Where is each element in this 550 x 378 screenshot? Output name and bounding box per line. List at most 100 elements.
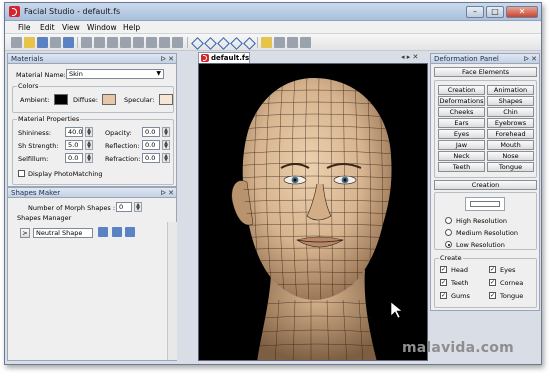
head-mesh-render xyxy=(231,78,403,360)
title-bar: Facial Studio - default.fs – □ ✕ xyxy=(5,3,541,21)
shapes-scrollbar[interactable] xyxy=(167,222,177,360)
menu-help[interactable]: Help xyxy=(123,23,140,32)
export-icon[interactable] xyxy=(50,37,61,48)
view-back-icon[interactable] xyxy=(204,37,215,48)
jaw-button[interactable]: Jaw xyxy=(438,140,485,150)
eyes-checkbox[interactable]: ✓ xyxy=(489,266,496,273)
view-right-icon[interactable] xyxy=(230,37,241,48)
head-icon[interactable] xyxy=(274,37,285,48)
gums-checkbox[interactable]: ✓ xyxy=(440,292,447,299)
teeth-button[interactable]: Teeth xyxy=(438,162,485,172)
paste-shape-icon[interactable] xyxy=(125,227,135,237)
menu-window[interactable]: Window xyxy=(87,23,117,32)
expand-arrow-button[interactable]: > xyxy=(20,228,30,238)
fit-view-icon[interactable] xyxy=(146,37,157,48)
specular-label: Specular: xyxy=(124,96,155,104)
zoom-out-icon[interactable] xyxy=(172,37,183,48)
shininess-spinner[interactable]: ▲ ▼ xyxy=(85,127,93,137)
face-elements-button[interactable]: Face Elements xyxy=(434,67,537,77)
display-photomatching-checkbox[interactable] xyxy=(18,170,25,177)
morph-shapes-spinner[interactable]: ▲ ▼ xyxy=(134,202,142,212)
rotate-icon[interactable] xyxy=(94,37,105,48)
menu-view[interactable]: View xyxy=(62,23,80,32)
creation-button[interactable]: Creation xyxy=(438,85,485,95)
menu-file[interactable]: File xyxy=(18,23,31,32)
pin-icon[interactable]: ᐅ ✕ xyxy=(161,55,174,63)
sh-strength-spinner[interactable]: ▲ ▼ xyxy=(85,140,93,150)
open-folder-icon[interactable] xyxy=(24,37,35,48)
face-elements-group: Creation Animation Deformations Shapes C… xyxy=(434,80,537,178)
head-checkbox[interactable]: ✓ xyxy=(440,266,447,273)
low-resolution-radio[interactable] xyxy=(445,241,452,248)
face-icon[interactable] xyxy=(287,37,298,48)
diffuse-color-swatch[interactable] xyxy=(102,94,116,105)
reflection-input[interactable]: 0.0 xyxy=(142,140,160,150)
ears-button[interactable]: Ears xyxy=(438,118,485,128)
3d-viewport[interactable] xyxy=(198,63,428,361)
light-bulb-icon[interactable] xyxy=(261,37,272,48)
shapes-button[interactable]: Shapes xyxy=(487,96,534,106)
copy-shape-icon[interactable] xyxy=(112,227,122,237)
profile-icon[interactable] xyxy=(300,37,311,48)
new-file-icon[interactable] xyxy=(11,37,22,48)
view-top-icon[interactable] xyxy=(243,37,254,48)
forehead-button[interactable]: Forehead xyxy=(487,129,534,139)
teeth-checkbox[interactable]: ✓ xyxy=(440,279,447,286)
zoom-icon[interactable] xyxy=(107,37,118,48)
eyebrows-button[interactable]: Eyebrows xyxy=(487,118,534,128)
pan-hand-icon[interactable] xyxy=(120,37,131,48)
medium-resolution-radio[interactable] xyxy=(445,229,452,236)
animation-button[interactable]: Animation xyxy=(487,85,534,95)
material-name-select[interactable]: Skin ▼ xyxy=(66,69,164,79)
tongue-checkbox[interactable]: ✓ xyxy=(489,292,496,299)
maximize-button[interactable]: □ xyxy=(486,6,504,18)
refraction-input[interactable]: 0.0 xyxy=(142,153,160,163)
view-left-icon[interactable] xyxy=(217,37,228,48)
mesh-preview-icon xyxy=(465,197,505,211)
sh-strength-input[interactable]: 5.0 xyxy=(65,140,83,150)
eyes-button[interactable]: Eyes xyxy=(438,129,485,139)
mouth-button[interactable]: Mouth xyxy=(487,140,534,150)
tab-nav-arrows-icon[interactable]: ◂ ▸ ✕ xyxy=(401,53,418,61)
materials-panel-title: Materials xyxy=(11,55,44,63)
creation-section-button[interactable]: Creation xyxy=(434,180,537,190)
tongue-button[interactable]: Tongue xyxy=(487,162,534,172)
specular-color-swatch[interactable] xyxy=(159,94,173,105)
tab-default-fs[interactable]: default.fs xyxy=(198,52,250,63)
gums-label: Gums xyxy=(451,292,470,300)
chin-button[interactable]: Chin xyxy=(487,107,534,117)
undo-icon[interactable] xyxy=(63,37,74,48)
cornea-checkbox[interactable]: ✓ xyxy=(489,279,496,286)
move-icon[interactable] xyxy=(133,37,144,48)
morph-shapes-input[interactable]: 0 xyxy=(116,202,132,212)
opacity-input[interactable]: 0.0 xyxy=(142,127,160,137)
zoom-in-icon[interactable] xyxy=(159,37,170,48)
selfillum-spinner[interactable]: ▲ ▼ xyxy=(85,153,93,163)
morph-icon[interactable] xyxy=(98,227,108,237)
save-icon[interactable] xyxy=(37,37,48,48)
pin-icon[interactable]: ᐅ ✕ xyxy=(524,55,537,63)
window-title: Facial Studio - default.fs xyxy=(24,7,121,16)
opacity-spinner[interactable]: ▲ ▼ xyxy=(162,127,170,137)
toolbar-separator xyxy=(187,37,188,48)
minimize-button[interactable]: – xyxy=(466,6,484,18)
neck-button[interactable]: Neck xyxy=(438,151,485,161)
refraction-spinner[interactable]: ▲ ▼ xyxy=(162,153,170,163)
shininess-input[interactable]: 40.0 xyxy=(65,127,83,137)
create-group: Create ✓ Head ✓ Eyes ✓ Teeth ✓ Cornea ✓ … xyxy=(434,254,537,308)
cheeks-button[interactable]: Cheeks xyxy=(438,107,485,117)
ambient-color-swatch[interactable] xyxy=(54,94,68,105)
toolbar-separator xyxy=(257,37,258,48)
menu-edit[interactable]: Edit xyxy=(40,23,55,32)
neutral-shape-field[interactable]: Neutral Shape xyxy=(33,228,93,238)
select-icon[interactable] xyxy=(81,37,92,48)
close-button[interactable]: ✕ xyxy=(506,6,538,18)
selfillum-input[interactable]: 0.0 xyxy=(65,153,83,163)
morph-shapes-label: Number of Morph Shapes : xyxy=(28,204,116,212)
reflection-spinner[interactable]: ▲ ▼ xyxy=(162,140,170,150)
view-front-icon[interactable] xyxy=(191,37,202,48)
pin-icon[interactable]: ᐅ ✕ xyxy=(161,189,174,197)
high-resolution-radio[interactable] xyxy=(445,217,452,224)
nose-button[interactable]: Nose xyxy=(487,151,534,161)
deformations-button[interactable]: Deformations xyxy=(438,96,485,106)
